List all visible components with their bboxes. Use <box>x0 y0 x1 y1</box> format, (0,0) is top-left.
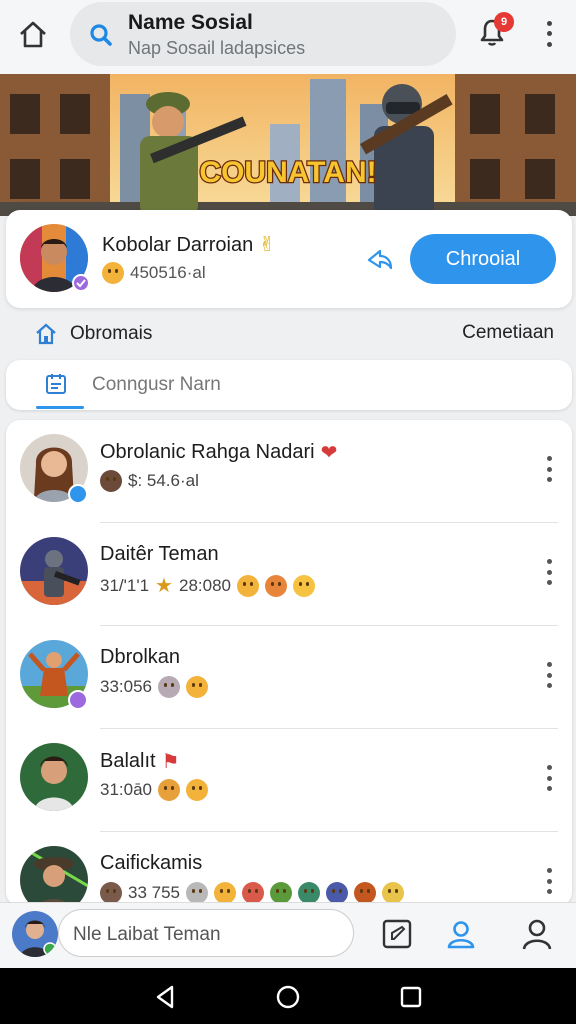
more-menu-icon[interactable] <box>536 18 562 50</box>
list-item[interactable]: Dbrolkan 33:056 <box>6 626 572 729</box>
friends-icon[interactable] <box>444 917 478 951</box>
flag-emoji-icon: ⚑ <box>161 751 180 773</box>
friend-meta: 33 755 <box>100 882 404 904</box>
friend-meta: $: 54.6·al <box>100 470 199 492</box>
friend-list: Obrolanic Rahga Nadari ❤ $: 54.6·al Daitê… <box>6 420 572 906</box>
gift-emoji-icon: ❤ <box>320 442 338 464</box>
avatar-mini-icon <box>242 882 264 904</box>
search-icon <box>90 24 112 46</box>
more-options-icon[interactable] <box>544 868 554 894</box>
section-left-label: Obromais <box>70 323 153 344</box>
search-title: Name Sosial <box>128 11 253 34</box>
app-header: Name Sosial Nap Sosail ladapsices 9 <box>0 0 576 74</box>
friend-name: Caifickamis <box>100 852 203 874</box>
wave-emoji-icon: ✌ <box>258 234 276 256</box>
search-placeholder: Nap Sosail ladapsices <box>128 38 306 58</box>
home-icon[interactable] <box>14 16 52 54</box>
section-right-label[interactable]: Cemetiaan <box>462 322 554 344</box>
friend-meta: 33:056 <box>100 676 208 698</box>
more-options-icon[interactable] <box>544 765 554 791</box>
verified-icon <box>72 274 90 292</box>
emoji-face-icon <box>100 470 122 492</box>
avatar-mini-icon <box>298 882 320 904</box>
avatar-mini-icon <box>100 882 122 904</box>
verified-icon <box>68 484 88 504</box>
active-indicator <box>36 406 84 409</box>
hero-banner: COUNATAN! <box>0 74 576 216</box>
more-options-icon[interactable] <box>544 456 554 482</box>
notification-badge: 9 <box>494 12 514 32</box>
avatar-mini-icon <box>214 882 236 904</box>
friend-name: Obrolanic Rahga Nadari ❤ <box>100 441 338 464</box>
list-item[interactable]: Balalıt ⚑ 31:0ā0 <box>6 729 572 832</box>
avatar-mini-icon <box>382 882 404 904</box>
star-emoji-icon: ★ <box>155 575 173 597</box>
home-nav-icon[interactable] <box>275 984 301 1010</box>
search-bar[interactable]: Name Sosial Nap Sosail ladapsices <box>70 2 456 66</box>
back-icon[interactable] <box>152 984 178 1010</box>
avatar[interactable] <box>20 743 88 811</box>
friend-meta: 31/'1'1 ★ 28:080 <box>100 573 315 598</box>
home-small-icon <box>36 323 56 345</box>
friend-name: Balalıt ⚑ <box>100 750 180 773</box>
friend-meta: 31:0ā0 <box>100 779 208 801</box>
find-friend-input[interactable]: Conngusr Narn <box>6 360 572 410</box>
verified-icon <box>68 690 88 710</box>
more-options-icon[interactable] <box>544 559 554 585</box>
banner-title: COUNATAN! <box>199 156 376 189</box>
calendar-icon <box>46 374 66 394</box>
friend-name: Daitêr Teman <box>100 543 219 565</box>
avatar-mini-icon <box>270 882 292 904</box>
avatar-mini-icon <box>326 882 348 904</box>
list-item[interactable]: Obrolanic Rahga Nadari ❤ $: 54.6·al <box>6 420 572 523</box>
list-item[interactable]: Caifickamis 33 755 <box>6 832 572 906</box>
avatar[interactable] <box>20 537 88 605</box>
avatar-mini-icon <box>186 882 208 904</box>
emoji-face-icon <box>102 262 124 284</box>
emoji-face-icon <box>236 574 259 597</box>
avatar[interactable] <box>20 846 88 906</box>
profile-card[interactable]: Kobolar Darroian ✌ 450516·al Chrooial <box>6 210 572 308</box>
more-options-icon[interactable] <box>544 662 554 688</box>
share-icon[interactable] <box>366 248 394 272</box>
my-avatar[interactable] <box>12 911 58 957</box>
profile-icon[interactable] <box>520 917 554 951</box>
recents-icon[interactable] <box>398 984 424 1010</box>
section-header: Obromais Cemetiaan <box>0 314 576 354</box>
bottom-bar: Nle Laibat Teman <box>0 902 576 968</box>
edit-note-icon[interactable] <box>380 917 414 951</box>
section-tab-home[interactable]: Obromais <box>34 322 152 346</box>
avatar-mini-icon <box>354 882 376 904</box>
emoji-face-icon <box>158 676 180 698</box>
emoji-face-icon <box>158 779 180 801</box>
system-navigation-bar <box>0 968 576 1024</box>
input-placeholder: Conngusr Narn <box>92 374 221 395</box>
profile-action-button[interactable]: Chrooial <box>410 234 556 284</box>
emoji-face-icon <box>264 574 287 597</box>
emoji-face-icon <box>186 779 208 801</box>
profile-stat: 450516·al <box>102 262 206 284</box>
list-item[interactable]: Daitêr Teman 31/'1'1 ★ 28:080 <box>6 523 572 626</box>
compose-input[interactable]: Nle Laibat Teman <box>58 909 354 957</box>
profile-name: Kobolar Darroian ✌ <box>102 234 276 256</box>
emoji-face-icon <box>292 574 315 597</box>
compose-placeholder: Nle Laibat Teman <box>73 924 221 945</box>
emoji-face-icon <box>186 676 208 698</box>
friend-name: Dbrolkan <box>100 646 181 668</box>
